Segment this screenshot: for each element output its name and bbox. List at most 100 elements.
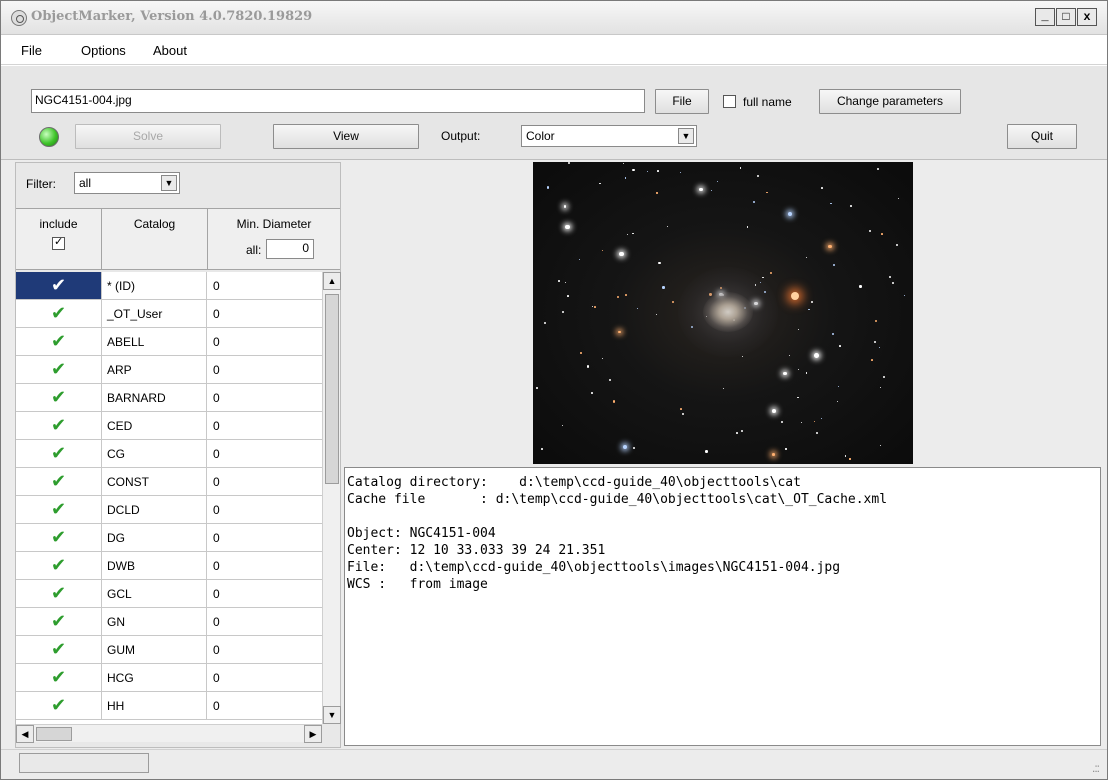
min-diameter-cell[interactable]: 0 bbox=[207, 524, 321, 551]
include-all-checkbox[interactable] bbox=[52, 235, 65, 250]
min-diameter-cell[interactable]: 0 bbox=[207, 636, 321, 663]
table-row[interactable]: ✔ DWB 0 bbox=[16, 552, 322, 580]
menu-about[interactable]: About bbox=[153, 43, 187, 58]
header-include[interactable]: include bbox=[16, 209, 102, 269]
app-icon[interactable] bbox=[11, 10, 27, 26]
check-icon[interactable]: ✔ bbox=[51, 499, 66, 520]
table-row[interactable]: ✔ HCG 0 bbox=[16, 664, 322, 692]
vertical-scrollbar[interactable]: ▲ ▼ bbox=[322, 272, 341, 724]
scroll-thumb[interactable] bbox=[325, 294, 339, 484]
catalog-cell: HH bbox=[102, 692, 207, 719]
min-diameter-all-input[interactable]: 0 bbox=[266, 239, 314, 259]
min-diameter-cell[interactable]: 0 bbox=[207, 300, 321, 327]
scroll-down-icon[interactable]: ▼ bbox=[323, 706, 341, 724]
scroll-left-icon[interactable]: ◀ bbox=[16, 725, 34, 743]
hscroll-thumb[interactable] bbox=[36, 727, 72, 741]
file-button[interactable]: File bbox=[655, 89, 709, 114]
include-cell[interactable]: ✔ bbox=[16, 384, 102, 411]
minimize-button[interactable]: _ bbox=[1035, 8, 1055, 26]
star-dot bbox=[657, 170, 659, 172]
include-cell[interactable]: ✔ bbox=[16, 468, 102, 495]
check-icon[interactable]: ✔ bbox=[51, 471, 66, 492]
chevron-down-icon[interactable]: ▼ bbox=[161, 175, 177, 191]
horizontal-scrollbar[interactable]: ◀ ▶ bbox=[16, 724, 322, 743]
min-diameter-cell[interactable]: 0 bbox=[207, 552, 321, 579]
min-diameter-cell[interactable]: 0 bbox=[207, 356, 321, 383]
menu-options[interactable]: Options bbox=[81, 43, 126, 58]
filename-input[interactable]: NGC4151-004.jpg bbox=[31, 89, 645, 113]
check-icon[interactable]: ✔ bbox=[51, 667, 66, 688]
table-row[interactable]: ✔ HH 0 bbox=[16, 692, 322, 720]
table-row[interactable]: ✔ ARP 0 bbox=[16, 356, 322, 384]
min-diameter-cell[interactable]: 0 bbox=[207, 496, 321, 523]
check-icon[interactable]: ✔ bbox=[51, 443, 66, 464]
check-icon[interactable]: ✔ bbox=[51, 387, 66, 408]
check-icon[interactable]: ✔ bbox=[51, 359, 66, 380]
view-button[interactable]: View bbox=[273, 124, 419, 149]
check-icon[interactable]: ✔ bbox=[51, 527, 66, 548]
include-cell[interactable]: ✔ bbox=[16, 692, 102, 719]
include-cell[interactable]: ✔ bbox=[16, 608, 102, 635]
filter-select[interactable]: all ▼ bbox=[74, 172, 180, 194]
check-icon[interactable]: ✔ bbox=[51, 583, 66, 604]
table-row[interactable]: ✔ CED 0 bbox=[16, 412, 322, 440]
scroll-right-icon[interactable]: ▶ bbox=[304, 725, 322, 743]
include-cell[interactable]: ✔ bbox=[16, 440, 102, 467]
min-diameter-cell[interactable]: 0 bbox=[207, 384, 321, 411]
min-diameter-cell[interactable]: 0 bbox=[207, 608, 321, 635]
table-row[interactable]: ✔ DCLD 0 bbox=[16, 496, 322, 524]
check-icon[interactable]: ✔ bbox=[51, 695, 66, 716]
menu-file[interactable]: File bbox=[21, 43, 42, 58]
table-row[interactable]: ✔ CG 0 bbox=[16, 440, 322, 468]
check-icon[interactable]: ✔ bbox=[51, 275, 66, 296]
include-cell[interactable]: ✔ bbox=[16, 412, 102, 439]
check-icon[interactable]: ✔ bbox=[51, 639, 66, 660]
catalog-cell: CG bbox=[102, 440, 207, 467]
include-cell[interactable]: ✔ bbox=[16, 552, 102, 579]
min-diameter-cell[interactable]: 0 bbox=[207, 272, 321, 299]
include-cell[interactable]: ✔ bbox=[16, 356, 102, 383]
resize-grip-icon[interactable]: .:: bbox=[1092, 761, 1100, 775]
check-icon[interactable]: ✔ bbox=[51, 303, 66, 324]
include-cell[interactable]: ✔ bbox=[16, 524, 102, 551]
check-icon[interactable]: ✔ bbox=[51, 415, 66, 436]
include-cell[interactable]: ✔ bbox=[16, 328, 102, 355]
chevron-down-icon[interactable]: ▼ bbox=[678, 128, 694, 144]
solve-button[interactable]: Solve bbox=[75, 124, 221, 149]
check-icon[interactable]: ✔ bbox=[51, 555, 66, 576]
include-cell[interactable]: ✔ bbox=[16, 664, 102, 691]
close-button[interactable]: x bbox=[1077, 8, 1097, 26]
table-row[interactable]: ✔ GN 0 bbox=[16, 608, 322, 636]
min-diameter-cell[interactable]: 0 bbox=[207, 692, 321, 719]
header-catalog[interactable]: Catalog bbox=[102, 209, 208, 269]
full-name-checkbox[interactable] bbox=[723, 95, 736, 108]
output-select[interactable]: Color ▼ bbox=[521, 125, 697, 147]
table-row[interactable]: ✔ BARNARD 0 bbox=[16, 384, 322, 412]
log-output[interactable]: Catalog directory: d:\temp\ccd-guide_40\… bbox=[344, 467, 1101, 746]
include-cell[interactable]: ✔ bbox=[16, 636, 102, 663]
quit-button[interactable]: Quit bbox=[1007, 124, 1077, 149]
header-min-diameter[interactable]: Min. Diameter all: 0 bbox=[208, 209, 340, 269]
min-diameter-cell[interactable]: 0 bbox=[207, 468, 321, 495]
min-diameter-cell[interactable]: 0 bbox=[207, 412, 321, 439]
min-diameter-cell[interactable]: 0 bbox=[207, 440, 321, 467]
table-row[interactable]: ✔ GUM 0 bbox=[16, 636, 322, 664]
min-diameter-cell[interactable]: 0 bbox=[207, 580, 321, 607]
check-icon[interactable]: ✔ bbox=[51, 611, 66, 632]
table-row[interactable]: ✔ _OT_User 0 bbox=[16, 300, 322, 328]
include-cell[interactable]: ✔ bbox=[16, 272, 102, 299]
include-cell[interactable]: ✔ bbox=[16, 300, 102, 327]
scroll-up-icon[interactable]: ▲ bbox=[323, 272, 341, 290]
min-diameter-cell[interactable]: 0 bbox=[207, 664, 321, 691]
table-row[interactable]: ✔ GCL 0 bbox=[16, 580, 322, 608]
include-cell[interactable]: ✔ bbox=[16, 496, 102, 523]
table-row[interactable]: ✔ DG 0 bbox=[16, 524, 322, 552]
change-parameters-button[interactable]: Change parameters bbox=[819, 89, 961, 114]
check-icon[interactable]: ✔ bbox=[51, 331, 66, 352]
include-cell[interactable]: ✔ bbox=[16, 580, 102, 607]
table-row[interactable]: ✔ ABELL 0 bbox=[16, 328, 322, 356]
min-diameter-cell[interactable]: 0 bbox=[207, 328, 321, 355]
maximize-button[interactable]: □ bbox=[1056, 8, 1076, 26]
table-row[interactable]: ✔ * (ID) 0 bbox=[16, 272, 322, 300]
table-row[interactable]: ✔ CONST 0 bbox=[16, 468, 322, 496]
